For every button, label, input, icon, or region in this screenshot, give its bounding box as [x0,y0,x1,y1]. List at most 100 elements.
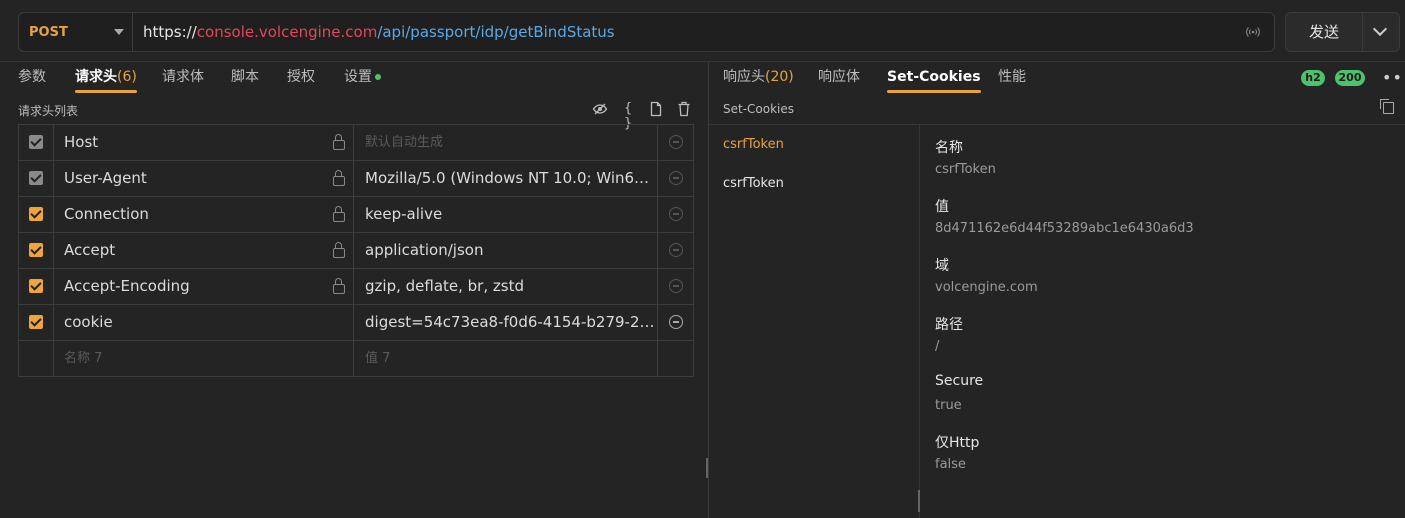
action-cell [659,125,693,160]
url-input[interactable]: https://console.volcengine.com/api/passp… [143,13,615,51]
remove-circle-icon[interactable] [669,315,683,329]
status-badge: 200 [1335,70,1365,86]
checkbox-checked-icon[interactable] [29,243,43,257]
checkbox-cell[interactable] [19,125,54,160]
cookie-path-value: / [935,339,940,354]
table-row: Accept-Encoding gzip, deflate, br, zstd [19,269,693,305]
cookie-list-divider [919,125,920,518]
tab-label: Set-Cookies [887,69,981,85]
remove-circle-icon[interactable] [669,279,683,293]
header-name[interactable]: Connection [54,197,354,232]
eye-slash-icon[interactable] [592,101,608,117]
remove-circle-icon[interactable] [669,171,683,185]
header-name[interactable]: User-Agent [54,161,354,196]
checkbox-cell[interactable] [19,161,54,196]
checkbox-cell[interactable] [19,269,54,304]
cookie-list-item[interactable]: csrfToken [723,137,784,152]
checkbox-cell[interactable] [19,305,54,340]
headers-table: Host 默认自动生成 User-Agent Mozilla/5.0 (Wind… [18,124,694,377]
send-button[interactable]: 发送 [1286,13,1363,51]
tab-response-headers[interactable]: 响应头(20) [723,62,794,96]
checkbox-cell[interactable] [19,233,54,268]
lock-icon [333,242,345,258]
header-value[interactable]: keep-alive [355,197,658,232]
table-row-new: 名称 7 值 7 [19,341,693,377]
header-value[interactable]: application/json [355,233,658,268]
checkbox-checked-icon[interactable] [29,279,43,293]
checkbox-checked-icon[interactable] [29,135,43,149]
url-host: console.volcengine.com [196,23,378,41]
resize-handle[interactable] [918,490,920,512]
checkbox-cell[interactable] [19,197,54,232]
tab-count: (6) [117,69,137,85]
tab-label: 参数 [18,69,46,85]
cookie-list-item[interactable]: csrfToken [723,176,784,191]
tab-headers[interactable]: 请求头(6) [75,62,137,96]
checkbox-cell [19,341,54,376]
checkbox-checked-icon[interactable] [29,171,43,185]
copy-icon[interactable] [1380,99,1394,114]
tab-params[interactable]: 参数 [18,62,46,96]
new-header-name-input[interactable]: 名称 7 [54,341,354,376]
top-divider [0,61,1405,62]
remove-circle-icon[interactable] [669,243,683,257]
resize-handle[interactable] [706,458,708,478]
tab-body[interactable]: 请求体 [162,62,204,96]
status-dot-icon [375,74,381,80]
header-value[interactable]: digest=54c73ea8-f0d6-4154-b279-22c0d5a1e… [355,305,658,340]
header-value[interactable]: 默认自动生成 [355,125,658,160]
remove-circle-icon[interactable] [669,207,683,221]
send-options-button[interactable] [1363,13,1399,51]
cookie-value-value: 8d471162e6d44f53289abc1e6430a6d3 [935,221,1194,236]
url-bar: POST https://console.volcengine.com/api/… [18,12,1275,52]
remove-circle-icon[interactable] [669,135,683,149]
cookie-httponly-label: 仅Http [935,435,980,451]
url-path: /api/passport/idp/getBindStatus [377,23,615,41]
cookie-secure-label: Secure [935,373,984,389]
action-cell [659,305,693,340]
headers-section-label: 请求头列表 [18,104,79,118]
panel-divider[interactable] [708,62,709,518]
file-icon[interactable] [648,101,664,117]
tab-label: 设置 [344,69,372,85]
header-value[interactable]: Mozilla/5.0 (Windows NT 10.0; Win64; x64… [355,161,658,196]
tab-performance[interactable]: 性能 [998,62,1026,96]
checkbox-checked-icon[interactable] [29,207,43,221]
tab-set-cookies[interactable]: Set-Cookies [887,62,981,96]
tab-auth[interactable]: 授权 [287,62,315,96]
tab-label: 授权 [287,69,315,85]
caret-down-icon [114,29,124,35]
cookie-name-label: 名称 [935,140,963,156]
header-value[interactable]: gzip, deflate, br, zstd [355,269,658,304]
action-cell [659,269,693,304]
table-row: Host 默认自动生成 [19,125,693,161]
cookies-divider [709,124,1405,125]
cookie-domain-label: 域 [935,258,949,274]
tab-settings[interactable]: 设置 [344,62,381,96]
header-name[interactable]: Accept-Encoding [54,269,354,304]
lock-icon [333,134,345,150]
tab-response-body[interactable]: 响应体 [818,62,860,96]
braces-icon[interactable]: { } [620,101,636,131]
broadcast-icon[interactable] [1246,25,1260,39]
tab-label: 请求体 [162,69,204,85]
method-select[interactable]: POST [19,13,133,51]
cookie-httponly-value: false [935,457,966,472]
cookie-path-label: 路径 [935,317,963,333]
action-cell [659,233,693,268]
checkbox-checked-icon[interactable] [29,315,43,329]
tab-label: 脚本 [231,69,259,85]
tab-count: (20) [765,69,794,85]
tab-label: 响应体 [818,69,860,85]
tab-script[interactable]: 脚本 [231,62,259,96]
chevron-down-icon [1372,21,1388,37]
header-name[interactable]: Host [54,125,354,160]
method-label: POST [29,24,68,40]
header-name[interactable]: Accept [54,233,354,268]
more-options-icon[interactable]: ••• [1382,68,1405,87]
action-cell [659,341,693,376]
new-header-value-input[interactable]: 值 7 [355,341,658,376]
lock-icon [333,206,345,222]
header-name[interactable]: cookie [54,305,354,340]
trash-icon[interactable] [676,101,692,117]
